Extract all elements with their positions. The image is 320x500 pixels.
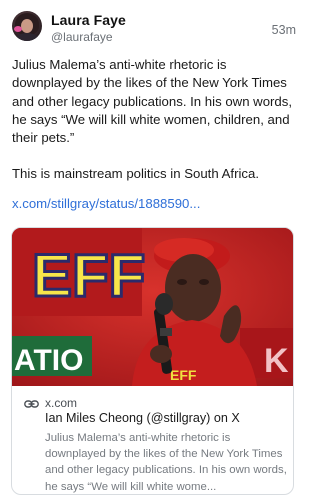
- avatar-face: [21, 19, 33, 33]
- post-header: Laura Faye @laurafaye 53m: [12, 11, 296, 51]
- speaker-eye-left: [177, 279, 187, 285]
- link-preview-card[interactable]: EFF ATIO K EFF x.com Ian Miles Cheong (@…: [11, 227, 294, 495]
- link-title[interactable]: Ian Miles Cheong (@stillgray) on X: [45, 411, 240, 425]
- avatar-body: [16, 33, 38, 41]
- banner-eff-text: EFF: [32, 242, 145, 309]
- avatar-accent: [14, 26, 22, 32]
- post-link[interactable]: x.com/stillgray/status/1888590...: [12, 196, 200, 211]
- shirt-eff-text: EFF: [170, 367, 197, 383]
- mic-hand: [150, 345, 172, 363]
- microphone-band: [160, 328, 172, 336]
- link-domain: x.com: [45, 396, 78, 410]
- chain-link-icon: [24, 400, 39, 408]
- right-banner-text: K: [264, 342, 289, 380]
- post-paragraph: This is mainstream politics in South Afr…: [12, 166, 259, 182]
- speaker-eye-right: [199, 279, 209, 285]
- post-paragraph: Julius Malema’s anti-white rhetoric is d…: [12, 57, 293, 146]
- post-body: Julius Malema’s anti-white rhetoric is d…: [12, 56, 300, 184]
- speaker-head: [165, 254, 221, 322]
- link-preview-meta: x.com Ian Miles Cheong (@stillgray) on X…: [12, 386, 293, 494]
- post-timestamp[interactable]: 53m: [272, 23, 296, 37]
- lower-banner-text: ATIO: [14, 344, 83, 377]
- author-handle[interactable]: @laurafaye: [51, 30, 113, 44]
- link-preview-image[interactable]: EFF ATIO K EFF: [12, 228, 293, 386]
- link-description: Julius Malema’s anti-white rhetoric is d…: [45, 432, 287, 493]
- author-name[interactable]: Laura Faye: [51, 12, 126, 28]
- preview-photo: EFF ATIO K EFF: [12, 228, 293, 386]
- microphone-head: [155, 293, 173, 315]
- avatar[interactable]: [12, 11, 42, 41]
